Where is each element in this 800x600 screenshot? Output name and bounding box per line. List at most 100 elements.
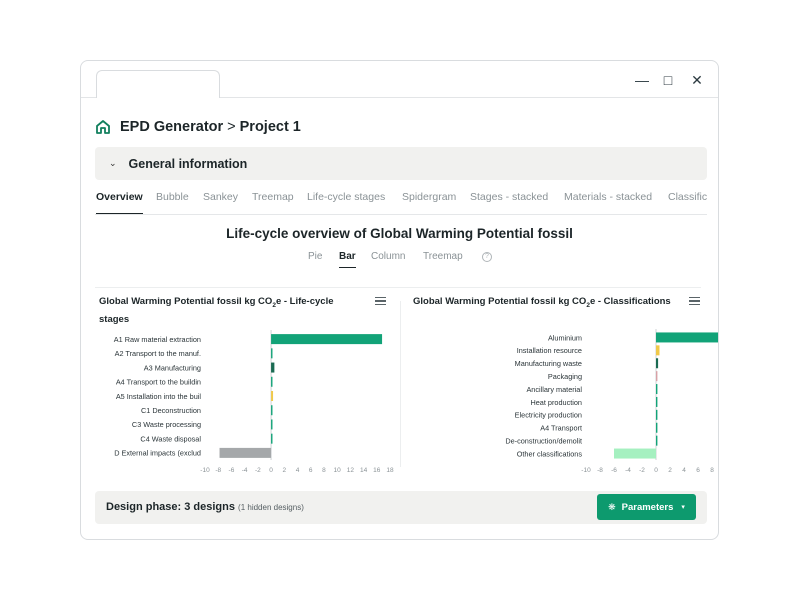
x-tick-label: 16 <box>373 467 381 474</box>
browser-tab[interactable] <box>96 70 220 98</box>
category-label: Packaging <box>548 372 582 381</box>
category-label: A5 Installation into the buil <box>116 392 202 401</box>
chart-type-treemap[interactable]: Treemap <box>423 251 463 268</box>
x-tick-label: 0 <box>269 467 273 474</box>
category-label: A4 Transport to the buildin <box>116 378 201 387</box>
main-chart-title: Life-cycle overview of Global Warming Po… <box>226 226 573 241</box>
breadcrumb: EPD Generator > Project 1 <box>95 117 301 137</box>
bar[interactable] <box>271 391 274 401</box>
gear-icon: ❋ <box>608 501 616 512</box>
category-label: A4 Transport <box>540 424 582 433</box>
bar[interactable] <box>271 376 273 387</box>
category-label: Manufacturing waste <box>515 359 582 368</box>
general-information-section[interactable]: ⌄ General information <box>95 147 707 180</box>
caret-down-icon: ▾ <box>681 504 685 511</box>
x-tick-label: 0 <box>654 467 658 474</box>
x-tick-label: -4 <box>242 467 248 474</box>
x-tick-label: 2 <box>668 467 672 474</box>
category-label: Installation resource <box>517 346 582 355</box>
bar[interactable] <box>656 396 658 407</box>
category-label: Electricity production <box>515 411 582 420</box>
bar[interactable] <box>271 433 273 444</box>
category-label: Heat production <box>530 398 582 407</box>
x-tick-label: 8 <box>710 467 714 474</box>
category-label: Ancillary material <box>526 385 582 394</box>
tab-life-cycle-stages[interactable]: Life-cycle stages <box>307 191 385 214</box>
bar[interactable] <box>656 345 660 356</box>
parameters-button[interactable]: ❋ Parameters ▾ <box>597 494 696 520</box>
tab-bubble[interactable]: Bubble <box>156 191 189 214</box>
chart-type-bar[interactable]: Bar <box>339 251 356 268</box>
bar[interactable] <box>219 447 272 458</box>
category-label: C3 Waste processing <box>132 420 201 429</box>
tab-spidergram[interactable]: Spidergram <box>402 191 456 214</box>
bar[interactable] <box>614 448 656 459</box>
bar[interactable] <box>656 435 658 446</box>
tab-sankey[interactable]: Sankey <box>203 191 238 214</box>
x-tick-label: 10 <box>334 467 342 474</box>
panel-separator <box>400 301 401 467</box>
x-tick-label: -6 <box>229 467 235 474</box>
tab-treemap[interactable]: Treemap <box>252 191 294 214</box>
divider <box>95 287 701 288</box>
stages-bar-chart: A1 Raw material extraction A2 Transport t… <box>114 330 394 474</box>
minimize-icon[interactable]: — <box>633 71 651 89</box>
bar[interactable] <box>656 384 658 395</box>
bar[interactable] <box>271 334 383 345</box>
x-tick-label: -10 <box>200 467 210 474</box>
help-icon[interactable]: ? <box>482 252 492 262</box>
section-title: General information <box>128 156 248 171</box>
x-tick-label: -8 <box>215 467 221 474</box>
category-label: Other classifications <box>517 449 583 458</box>
design-phase-label: Design phase: 3 designs (1 hidden design… <box>106 501 304 513</box>
hidden-designs-note: (1 hidden designs) <box>238 503 304 512</box>
tab-overview[interactable]: Overview <box>96 191 143 214</box>
tab-stages-stacked[interactable]: Stages - stacked <box>470 191 548 214</box>
tab-classifications[interactable]: Classific <box>668 191 707 214</box>
category-label: C1 Deconstruction <box>141 406 201 415</box>
bar[interactable] <box>656 371 658 382</box>
bar[interactable] <box>271 362 275 373</box>
home-icon[interactable] <box>95 119 111 135</box>
category-label: A2 Transport to the manuf. <box>115 349 201 358</box>
maximize-icon[interactable]: □ <box>659 71 677 89</box>
x-tick-label: 4 <box>296 467 300 474</box>
title-bar: — □ ✕ <box>81 61 718 98</box>
category-label: Aluminium <box>548 333 582 342</box>
x-tick-label: 8 <box>322 467 326 474</box>
category-label: A1 Raw material extraction <box>114 335 201 344</box>
bar[interactable] <box>271 348 273 359</box>
close-icon[interactable]: ✕ <box>688 71 706 89</box>
bar[interactable] <box>656 358 659 369</box>
x-tick-label: -4 <box>625 467 631 474</box>
chart-type-pie[interactable]: Pie <box>308 251 322 268</box>
parameters-label: Parameters <box>621 501 674 513</box>
classifications-bar-chart: Aluminium Installation resource Manufactur… <box>505 329 718 474</box>
breadcrumb-project: Project 1 <box>239 119 301 135</box>
design-phase-bar: Design phase: 3 designs (1 hidden design… <box>95 491 707 524</box>
bar[interactable] <box>656 422 658 433</box>
x-tick-label: -6 <box>611 467 617 474</box>
bar[interactable] <box>271 405 273 416</box>
bar[interactable] <box>656 332 719 343</box>
category-label: D External impacts (exclud <box>114 449 201 458</box>
breadcrumb-app[interactable]: EPD Generator <box>120 119 223 135</box>
x-tick-label: 2 <box>282 467 286 474</box>
chart-type-column[interactable]: Column <box>371 251 405 268</box>
category-label: A3 Manufacturing <box>144 363 201 372</box>
x-tick-label: 6 <box>696 467 700 474</box>
bar[interactable] <box>656 409 658 420</box>
category-label: C4 Waste disposal <box>140 434 201 443</box>
x-tick-label: 12 <box>347 467 355 474</box>
x-tick-label: 14 <box>360 467 368 474</box>
chart-type-selector: Pie Bar Column Treemap ? <box>81 251 718 271</box>
x-tick-label: 4 <box>682 467 686 474</box>
x-tick-label: -2 <box>639 467 645 474</box>
x-tick-label: 6 <box>309 467 313 474</box>
chevron-down-icon[interactable]: ⌄ <box>109 158 117 169</box>
x-tick-label: -2 <box>255 467 261 474</box>
x-tick-label: -10 <box>581 467 591 474</box>
bar[interactable] <box>271 419 273 430</box>
category-label: De-construction/demolit <box>505 436 582 445</box>
tab-materials-stacked[interactable]: Materials - stacked <box>564 191 652 214</box>
